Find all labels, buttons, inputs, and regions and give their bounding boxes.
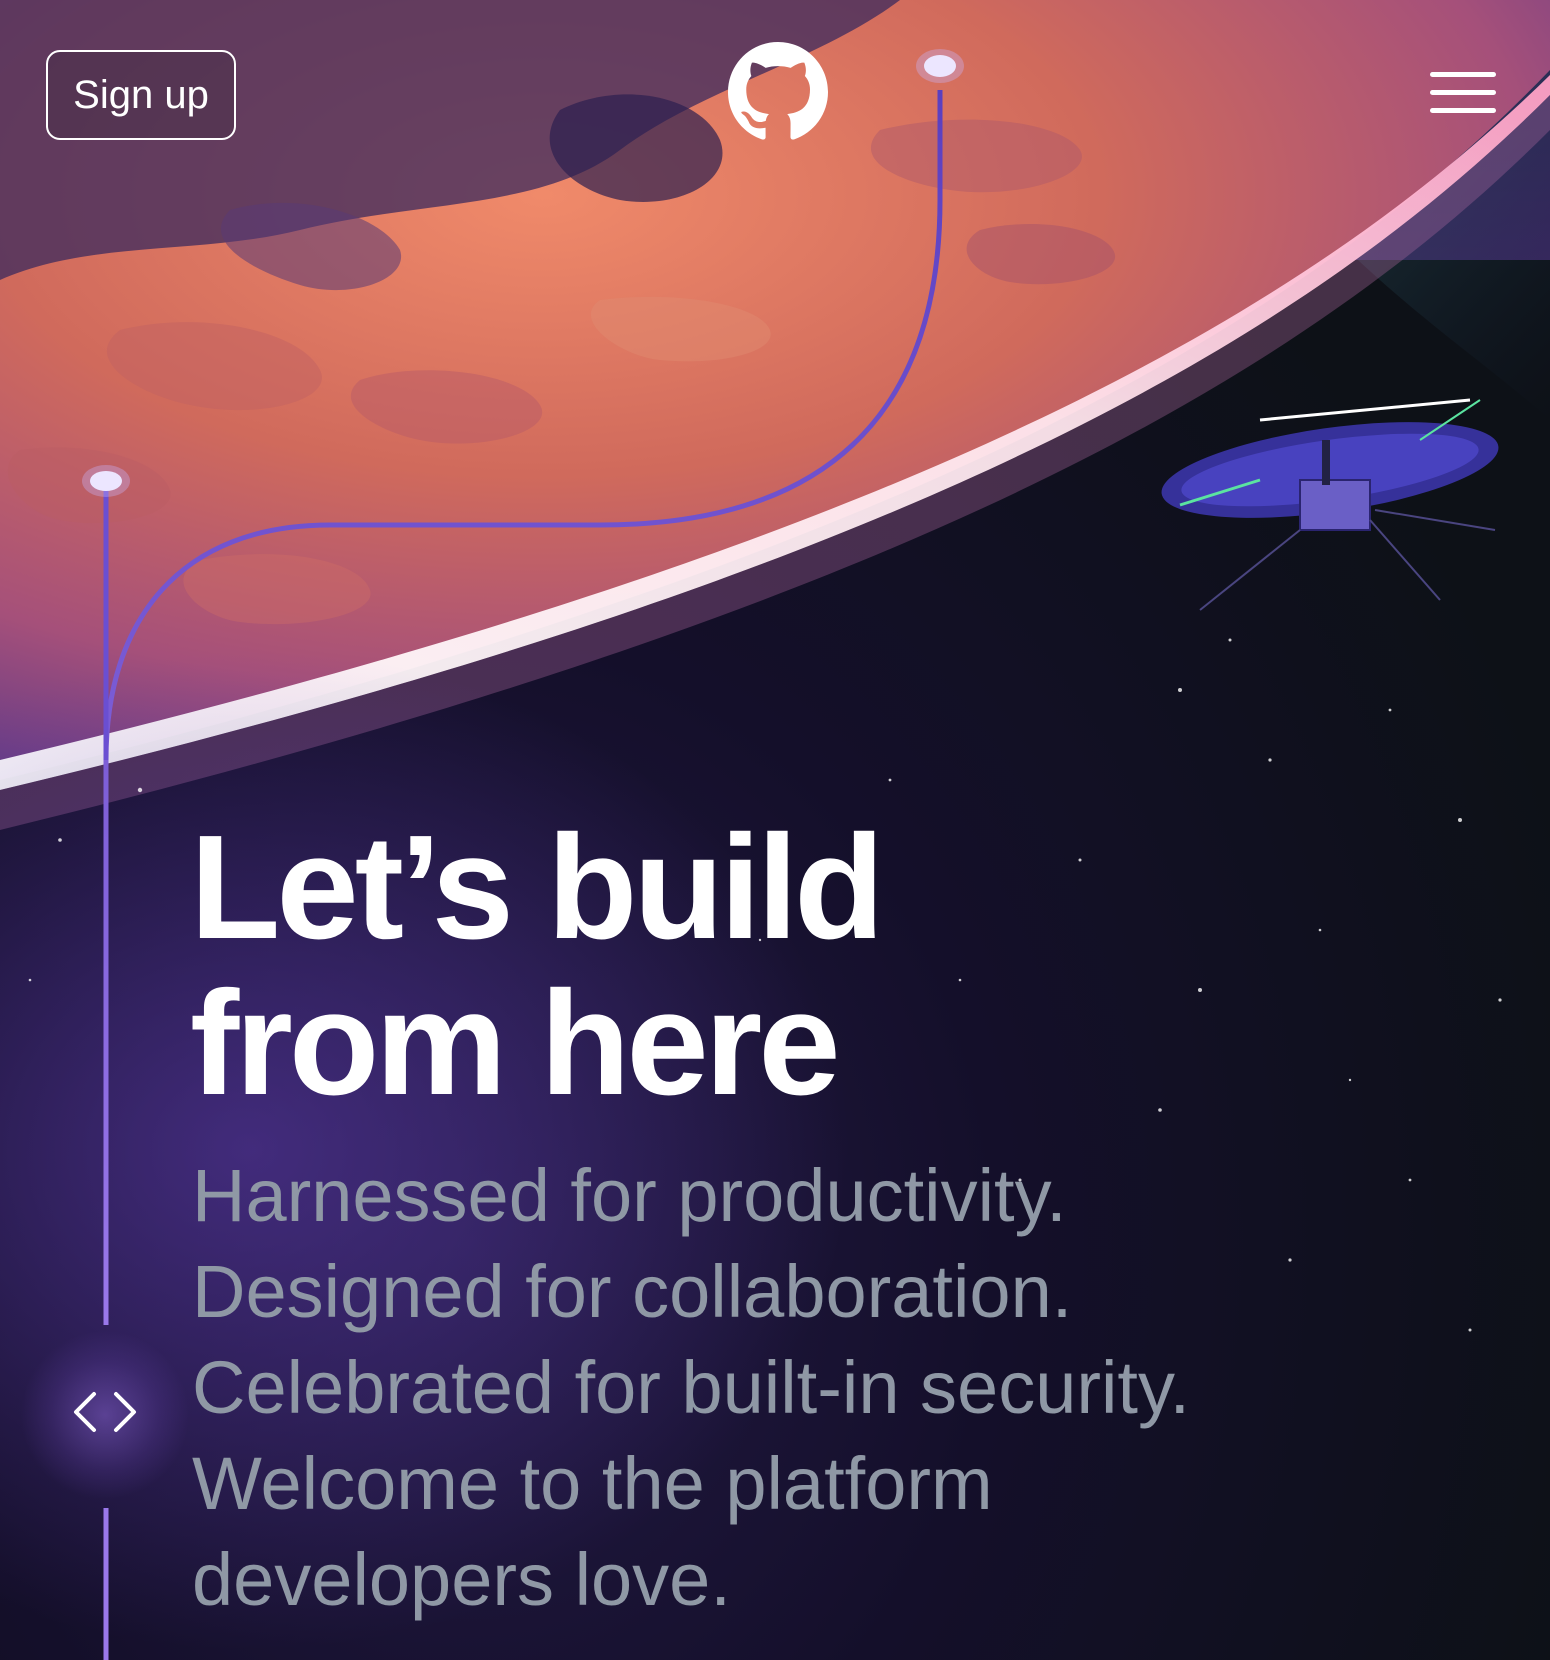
hero-subtitle-line: Celebrated for built-in security. [192,1346,1191,1429]
hero-subtitle: Harnessed for productivity. Designed for… [192,1148,1492,1628]
hero-title-line: Let’s build [190,805,885,970]
hero-subtitle-line: Harnessed for productivity. [192,1154,1067,1237]
landing-page: Sign up Let’s build from here Harnessed … [0,0,1550,1660]
signup-button[interactable]: Sign up [46,50,236,140]
top-navigation: Sign up [0,0,1550,200]
hamburger-menu-icon[interactable] [1420,62,1500,122]
hero-subtitle-line: Designed for collaboration. [192,1250,1073,1333]
hero-subtitle-line: developers love. [192,1538,731,1621]
github-octocat-icon[interactable] [728,42,828,142]
hero-subtitle-line: Welcome to the platform [192,1442,993,1525]
code-brackets-icon [70,1382,140,1442]
drone-illustration [1161,398,1499,611]
hero-title-line: from here [190,961,841,1126]
hero-title: Let’s build from here [190,810,1390,1122]
